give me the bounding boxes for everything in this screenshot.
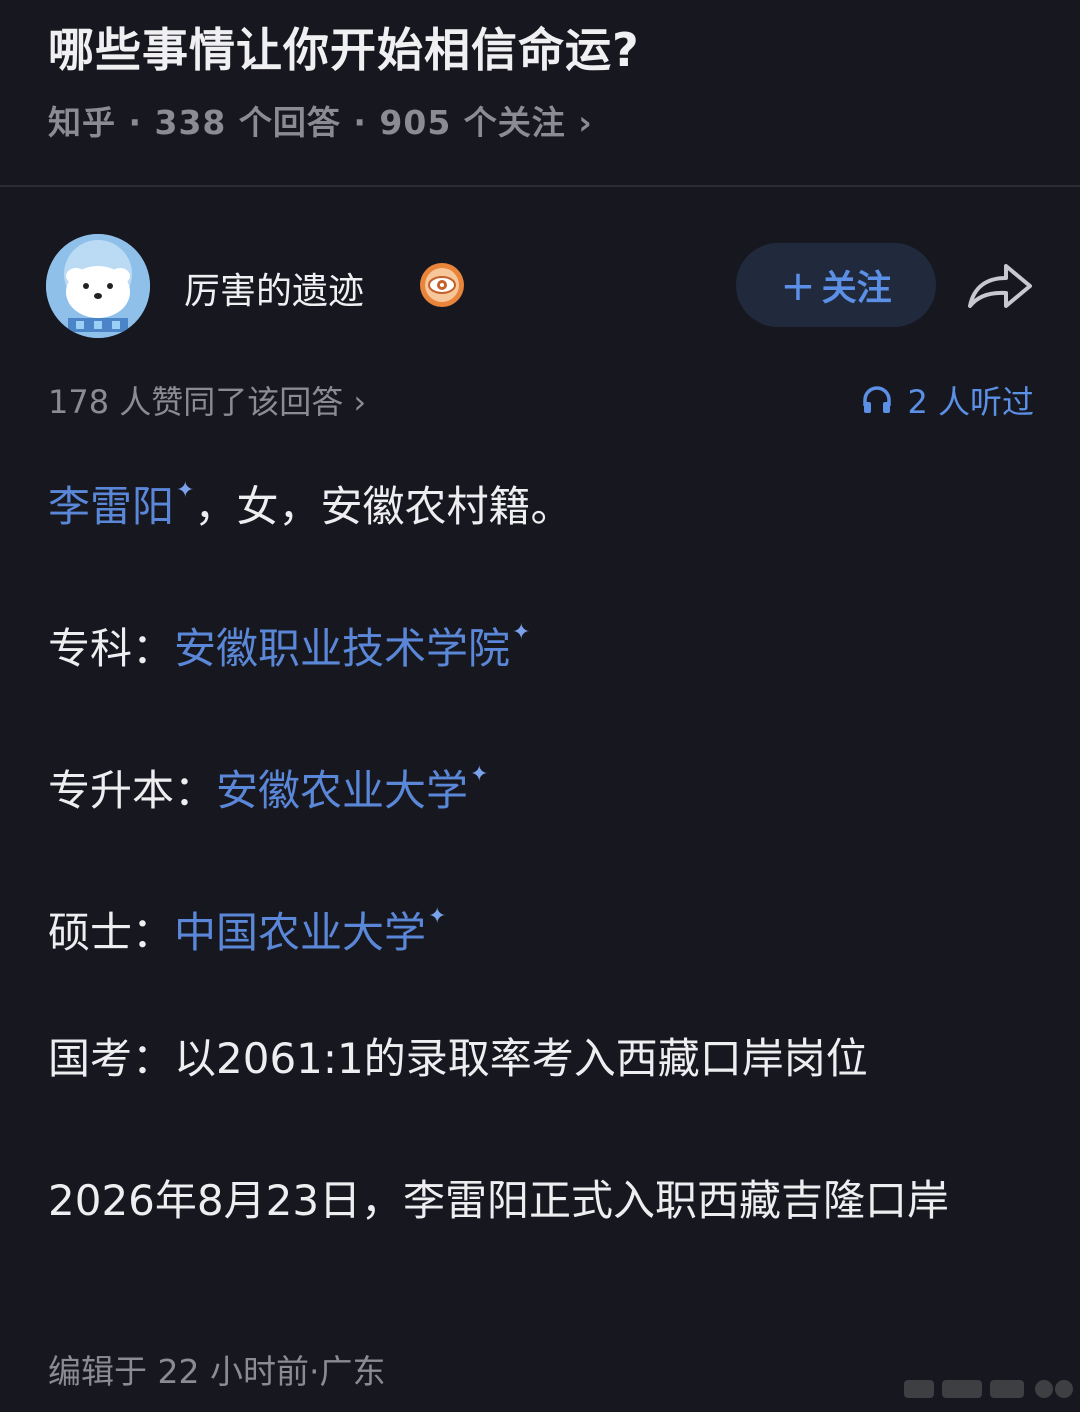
approve-count[interactable]: 178 人赞同了该回答 › xyxy=(48,377,366,423)
edit-info: 编辑于 22 小时前·广东 xyxy=(48,1352,386,1391)
answer-line-3: 专升本：安徽农业大学✦ xyxy=(48,739,488,827)
answer-line-2: 专科：安徽职业技术学院✦ xyxy=(48,597,530,685)
question-title[interactable]: 哪些事情让你开始相信命运? xyxy=(48,14,640,80)
answer-label: 专科： xyxy=(48,624,175,673)
answer-line-5: 国考：以2061:1的录取率考入西藏口岸岗位 xyxy=(48,1034,868,1083)
answer-text: ，女，安徽农村籍。 xyxy=(194,482,573,531)
school-link[interactable]: 中国农业大学 xyxy=(174,908,426,957)
question-meta[interactable]: 知乎 · 338 个回答 · 905 个关注 › xyxy=(48,96,593,144)
author-name[interactable]: 厉害的遗迹 xyxy=(184,262,364,314)
watermark xyxy=(904,1372,1074,1404)
answer-line-4: 硕士：中国农业大学✦ xyxy=(48,881,446,969)
school-link[interactable]: 安徽职业技术学院 xyxy=(174,624,510,673)
listen-count[interactable]: 2 人听过 xyxy=(861,377,1034,423)
follow-label: 关注 xyxy=(821,268,892,309)
sparkle-icon: ✦ xyxy=(512,620,531,645)
eye-badge-icon[interactable] xyxy=(418,261,466,309)
answer-line-1: 李雷阳✦，女，安徽农村籍。 xyxy=(48,455,572,543)
person-link[interactable]: 李雷阳 xyxy=(48,482,174,531)
question-header: 哪些事情让你开始相信命运? 知乎 · 338 个回答 · 905 个关注 › xyxy=(0,0,1080,185)
plus-icon: + xyxy=(780,260,816,310)
answer-line-6: 2026年8月23日，李雷阳正式入职西藏吉隆口岸 xyxy=(48,1176,950,1225)
answer-label: 硕士： xyxy=(48,908,175,957)
avatar[interactable] xyxy=(46,234,150,338)
answer-label: 专升本： xyxy=(48,766,217,815)
divider xyxy=(0,185,1080,187)
sparkle-icon: ✦ xyxy=(470,762,489,787)
listen-label: 2 人听过 xyxy=(907,383,1034,421)
headphones-icon xyxy=(863,386,892,413)
follow-button[interactable]: + 关注 xyxy=(736,243,936,327)
school-link[interactable]: 安徽农业大学 xyxy=(216,766,468,815)
sparkle-icon: ✦ xyxy=(176,478,195,503)
author-row: 厉害的遗迹 + 关注 xyxy=(0,230,1080,340)
sparkle-icon: ✦ xyxy=(428,904,447,929)
stats-row: 178 人赞同了该回答 › 2 人听过 xyxy=(0,375,1080,425)
share-arrow-icon[interactable] xyxy=(966,258,1034,314)
